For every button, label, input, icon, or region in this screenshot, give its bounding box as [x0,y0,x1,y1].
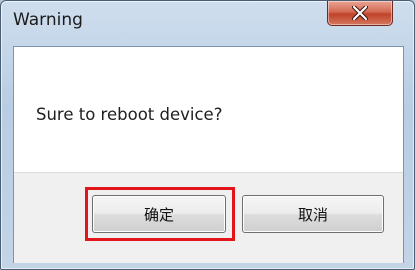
dialog-window: Warning Sure to reboot device? 确定 取消 [0,0,415,270]
window-title: Warning [13,10,83,30]
dialog-message: Sure to reboot device? [36,105,223,124]
dialog-body: Sure to reboot device? 确定 取消 [13,46,404,263]
close-button[interactable] [327,1,393,26]
close-icon [352,6,368,20]
button-bar: 确定 取消 [14,172,403,263]
ok-button[interactable]: 确定 [92,195,226,233]
cancel-button[interactable]: 取消 [242,195,384,233]
title-bar[interactable]: Warning [1,1,414,45]
